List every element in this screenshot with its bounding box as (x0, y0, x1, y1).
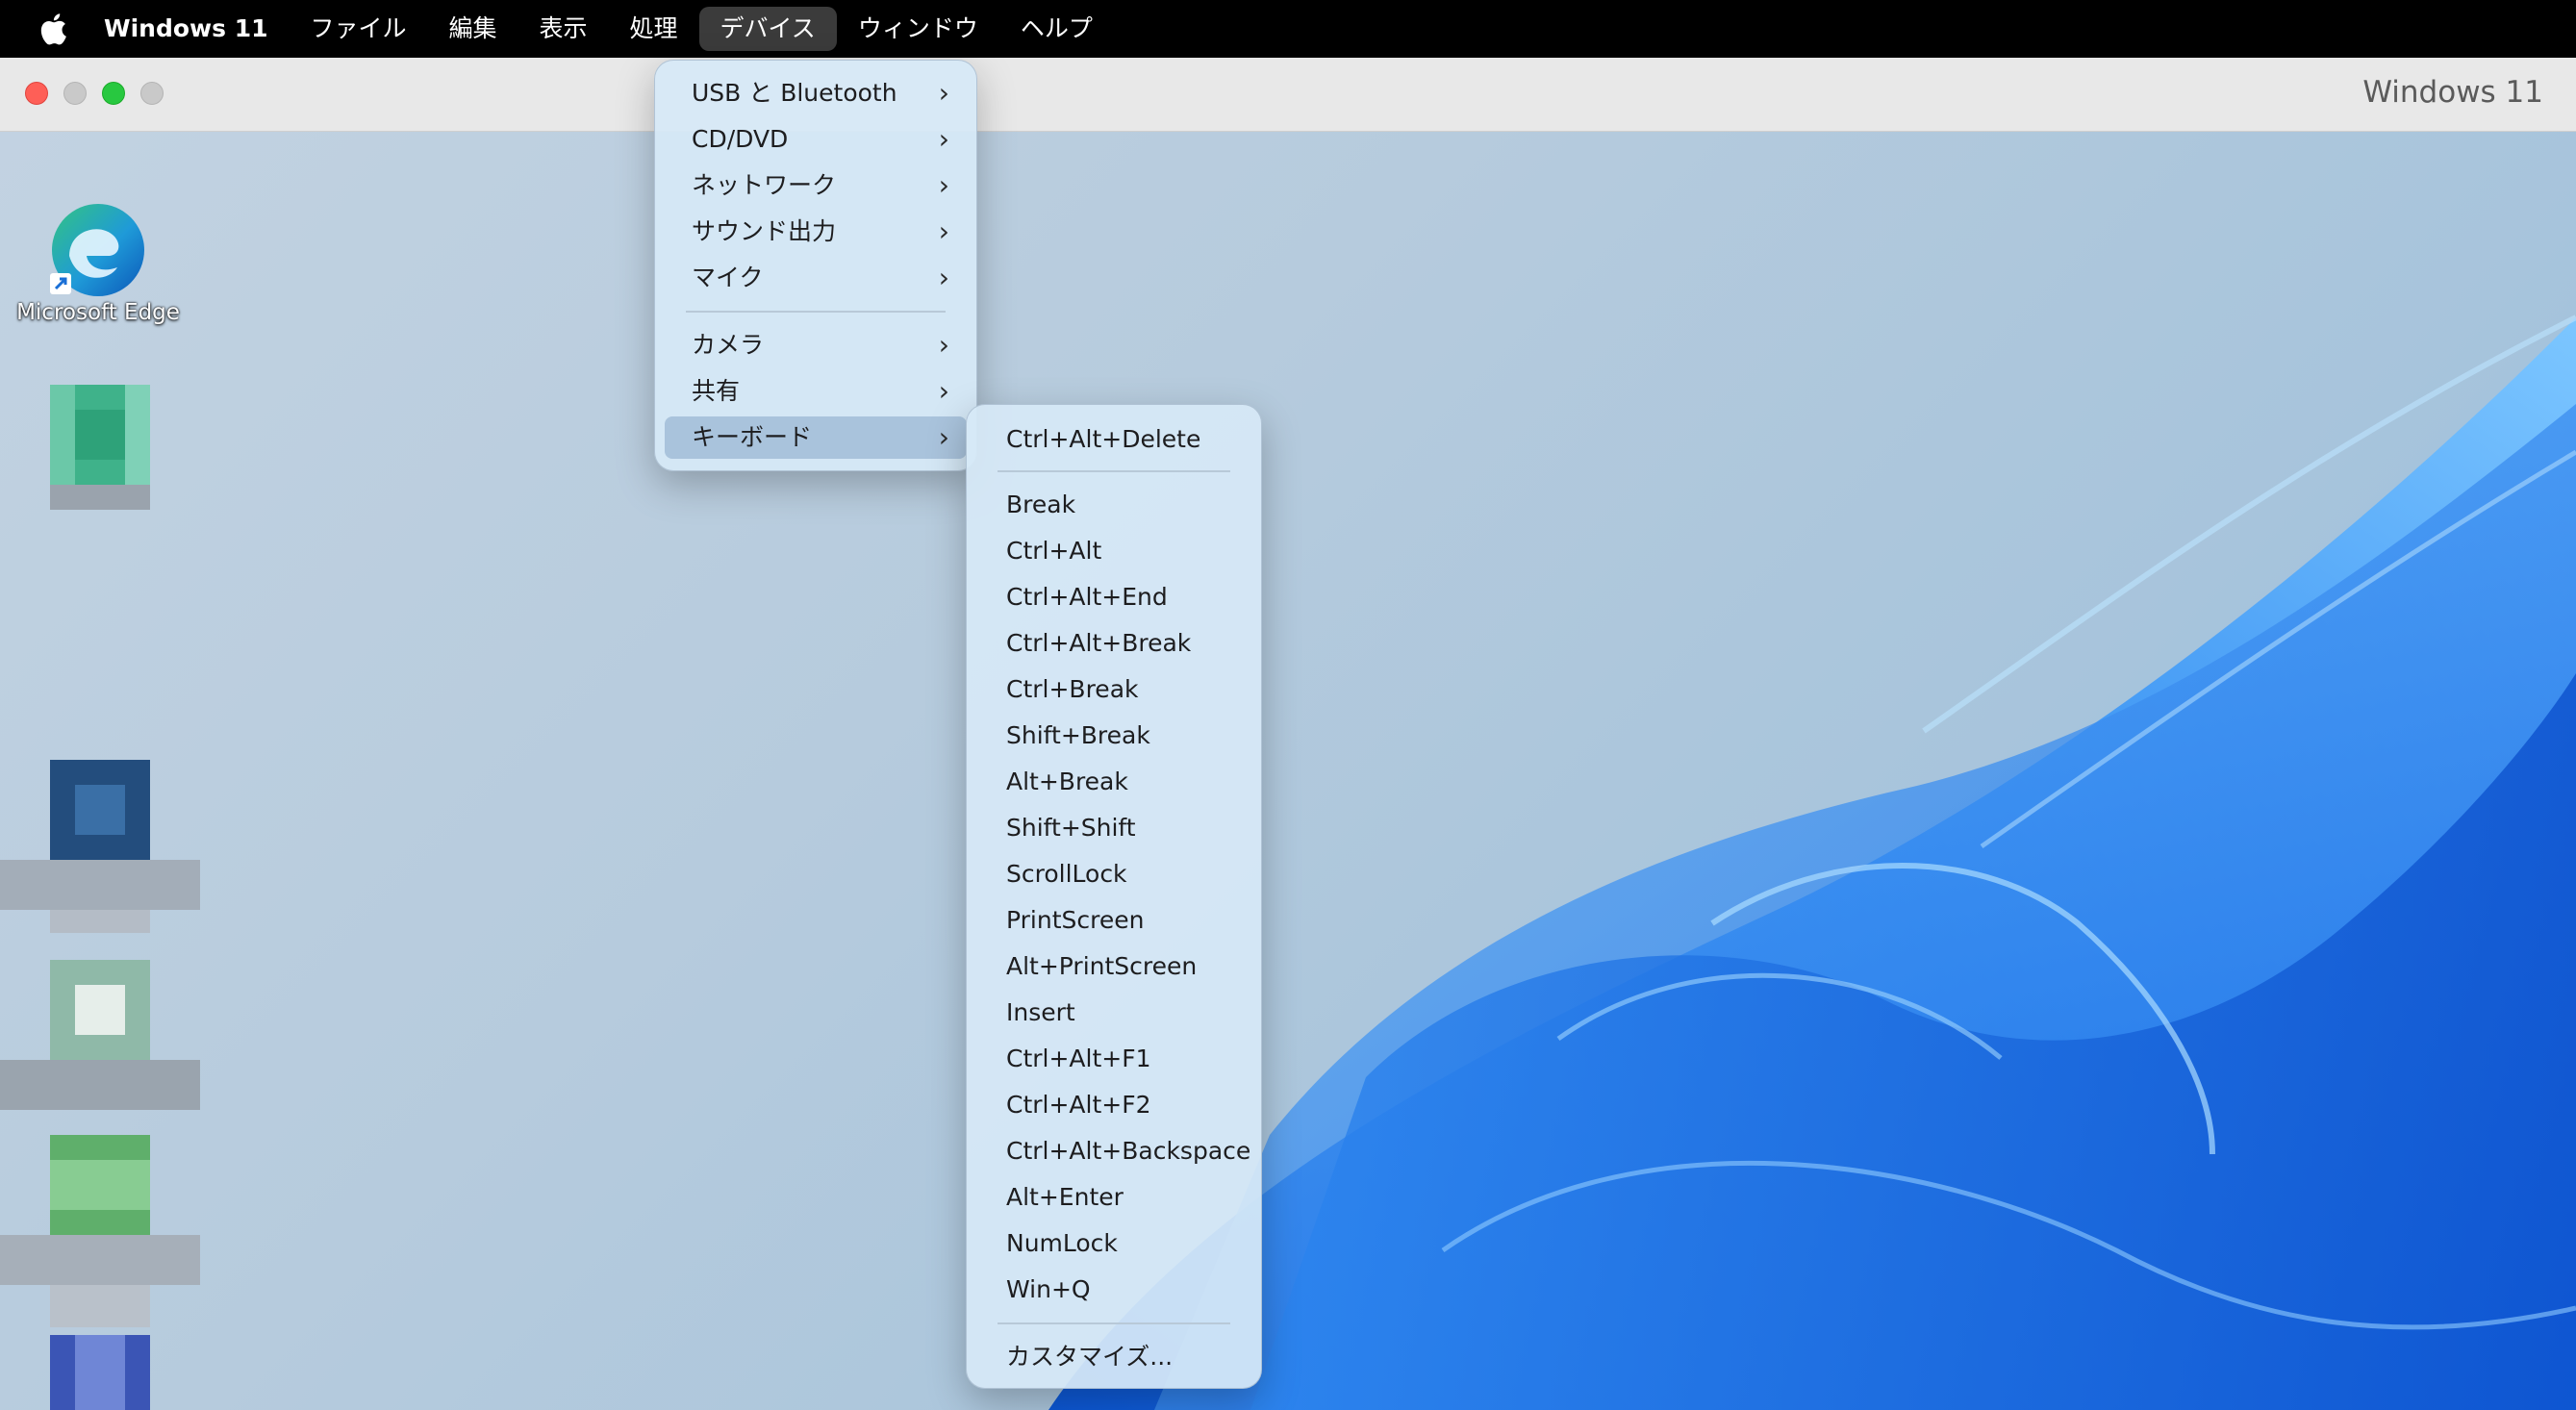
menu-item-label: ネットワーク (692, 171, 837, 199)
menu-item-keyboard[interactable]: キーボード › (665, 416, 967, 459)
menu-item-customize[interactable]: カスタマイズ... (976, 1336, 1251, 1378)
menubar-view[interactable]: 表示 (518, 7, 609, 51)
apple-logo-icon[interactable] (38, 12, 71, 46)
menu-item-ctrl-alt-f2[interactable]: Ctrl+Alt+F2 (976, 1084, 1251, 1126)
chevron-right-icon: › (938, 375, 949, 407)
menu-item-ctrl-break[interactable]: Ctrl+Break (976, 668, 1251, 711)
menubar-edit[interactable]: 編集 (428, 7, 518, 51)
menu-item-label: 共有 (692, 377, 741, 405)
fullscreen-window-button[interactable] (140, 82, 164, 105)
menu-item-cd-dvd[interactable]: CD/DVD › (665, 118, 967, 161)
window-title: Windows 11 (2362, 75, 2543, 110)
menu-item-ctrl-alt-end[interactable]: Ctrl+Alt+End (976, 576, 1251, 618)
menu-item-label: キーボード (692, 423, 813, 451)
menu-item-label: カメラ (692, 331, 765, 359)
menu-item-camera[interactable]: カメラ › (665, 324, 967, 366)
pixelated-desktop-icon[interactable] (50, 385, 150, 510)
menu-item-num-lock[interactable]: NumLock (976, 1222, 1251, 1265)
menu-item-shift-break[interactable]: Shift+Break (976, 715, 1251, 757)
menu-item-ctrl-alt-f1[interactable]: Ctrl+Alt+F1 (976, 1038, 1251, 1080)
menu-item-sound-output[interactable]: サウンド出力 › (665, 211, 967, 253)
pixelated-desktop-icon[interactable] (0, 960, 200, 1110)
menu-item-ctrl-alt[interactable]: Ctrl+Alt (976, 530, 1251, 572)
chevron-right-icon: › (938, 77, 949, 109)
menu-item-label: マイク (692, 264, 764, 291)
chevron-right-icon: › (938, 329, 949, 361)
chevron-right-icon: › (938, 123, 949, 155)
menubar-devices[interactable]: デバイス (698, 7, 837, 51)
chevron-right-icon: › (938, 421, 949, 453)
menu-item-scroll-lock[interactable]: ScrollLock (976, 853, 1251, 895)
close-window-button[interactable] (25, 82, 48, 105)
menubar: Windows 11 ファイル 編集 表示 処理 デバイス ウィンドウ ヘルプ (0, 0, 2576, 58)
menubar-file[interactable]: ファイル (289, 7, 427, 51)
menu-item-win-q[interactable]: Win+Q (976, 1269, 1251, 1311)
zoom-window-button[interactable] (102, 82, 125, 105)
menu-item-label: サウンド出力 (692, 217, 837, 245)
chevron-right-icon: › (938, 215, 949, 247)
pixelated-desktop-icon[interactable] (50, 1335, 150, 1410)
menu-item-ctrl-alt-delete[interactable]: Ctrl+Alt+Delete (976, 418, 1251, 461)
pixelated-desktop-icon[interactable] (0, 760, 200, 933)
menu-item-microphone[interactable]: マイク › (665, 257, 967, 299)
menu-item-sharing[interactable]: 共有 › (665, 370, 967, 413)
menu-item-label: CD/DVD (692, 125, 789, 153)
microsoft-edge-icon[interactable] (48, 200, 148, 300)
menu-item-alt-enter[interactable]: Alt+Enter (976, 1176, 1251, 1219)
chevron-right-icon: › (938, 169, 949, 201)
menu-item-label: USB と Bluetooth (692, 79, 897, 107)
menubar-actions[interactable]: 処理 (609, 7, 699, 51)
menu-item-alt-print-screen[interactable]: Alt+PrintScreen (976, 945, 1251, 988)
menubar-help[interactable]: ヘルプ (999, 7, 1114, 51)
menu-item-ctrl-alt-break[interactable]: Ctrl+Alt+Break (976, 622, 1251, 665)
pixelated-desktop-icon[interactable] (0, 1135, 200, 1327)
windows-bloom-wallpaper (1048, 315, 2576, 1410)
devices-menu: USB と Bluetooth › CD/DVD › ネットワーク › サウンド… (654, 60, 977, 471)
menubar-window[interactable]: ウィンドウ (837, 7, 999, 51)
window-titlebar[interactable]: Windows 11 (0, 58, 2576, 132)
menu-item-alt-break[interactable]: Alt+Break (976, 761, 1251, 803)
minimize-window-button[interactable] (63, 82, 87, 105)
keyboard-submenu: Ctrl+Alt+Delete Break Ctrl+Alt Ctrl+Alt+… (966, 404, 1262, 1389)
menu-item-usb-bluetooth[interactable]: USB と Bluetooth › (665, 72, 967, 114)
menubar-app-name[interactable]: Windows 11 (104, 7, 289, 51)
menu-item-network[interactable]: ネットワーク › (665, 164, 967, 207)
menu-separator (686, 311, 946, 313)
menu-item-shift-shift[interactable]: Shift+Shift (976, 807, 1251, 849)
microsoft-edge-label: Microsoft Edge (16, 300, 180, 325)
menu-item-print-screen[interactable]: PrintScreen (976, 899, 1251, 942)
chevron-right-icon: › (938, 262, 949, 293)
menu-item-insert[interactable]: Insert (976, 992, 1251, 1034)
menu-separator (998, 470, 1230, 472)
menu-item-break[interactable]: Break (976, 484, 1251, 526)
menu-separator (998, 1322, 1230, 1324)
menu-item-ctrl-alt-backspace[interactable]: Ctrl+Alt+Backspace (976, 1130, 1251, 1172)
